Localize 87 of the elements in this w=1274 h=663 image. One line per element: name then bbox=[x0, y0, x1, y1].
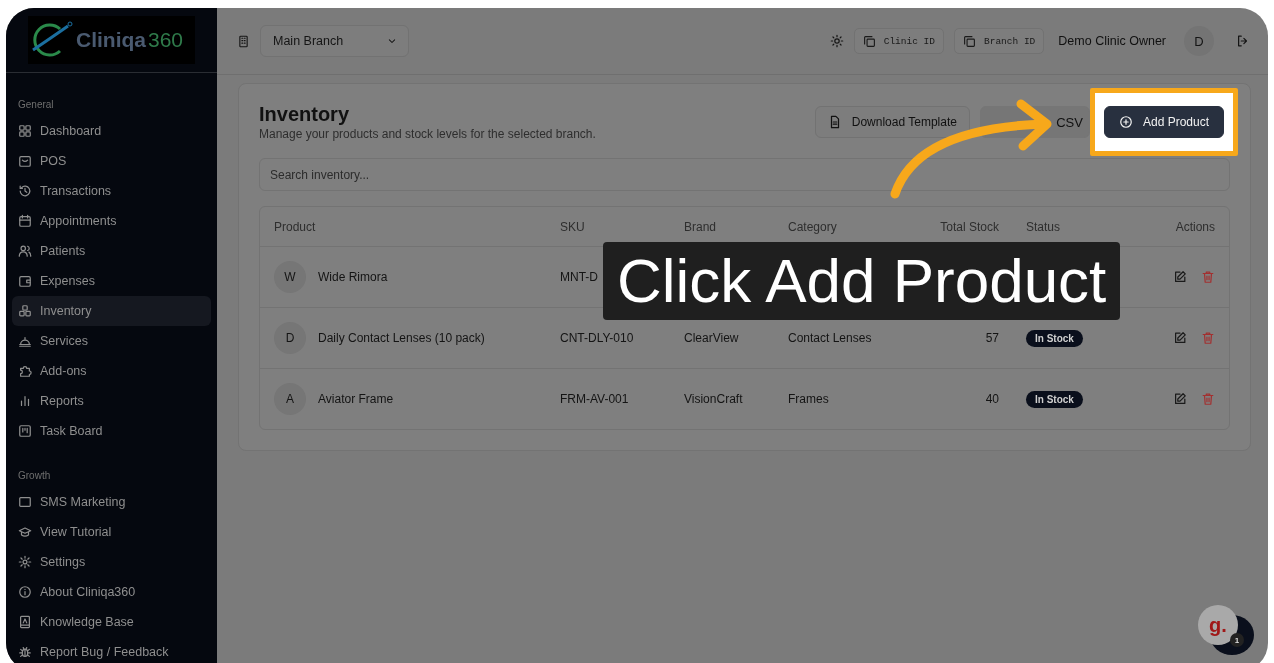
kanban-icon bbox=[18, 424, 32, 438]
column-header: Brand bbox=[684, 219, 718, 234]
brand-cell: ClearView bbox=[684, 331, 739, 345]
copy-clinic-id-button[interactable]: Clinic ID bbox=[853, 28, 944, 54]
column-header: Product bbox=[274, 219, 317, 234]
column-header: Category bbox=[788, 219, 838, 234]
footer-link[interactable]: About Cliniqa360 bbox=[12, 577, 211, 607]
column-header: Status bbox=[1025, 219, 1062, 234]
nav-item[interactable]: Transactions bbox=[12, 176, 211, 206]
product-name: Daily Contact Lenses (10 pack) bbox=[318, 331, 485, 345]
edit-icon bbox=[1173, 270, 1187, 284]
calendar-icon bbox=[18, 214, 32, 228]
bug-icon bbox=[18, 645, 32, 659]
page-title: Inventory bbox=[259, 103, 351, 126]
plus-circle-icon bbox=[1118, 115, 1133, 129]
footer-link[interactable]: Report Bug / Feedback bbox=[12, 637, 211, 663]
trash-icon bbox=[1201, 270, 1215, 284]
user-name: Demo Clinic Owner bbox=[1058, 34, 1166, 48]
nav-item[interactable]: Add-ons bbox=[12, 356, 211, 386]
puzzle-icon bbox=[18, 364, 32, 378]
boxes-icon bbox=[18, 304, 32, 318]
copy-icon bbox=[862, 34, 876, 48]
bag-icon bbox=[18, 154, 32, 168]
grid-icon bbox=[18, 124, 32, 138]
nav-item[interactable]: POS bbox=[12, 146, 211, 176]
nav-item[interactable]: Appointments bbox=[12, 206, 211, 236]
column-header: SKU bbox=[560, 219, 586, 234]
stock-cell: 57 bbox=[985, 331, 999, 345]
column-header: Total Stock bbox=[939, 219, 1000, 234]
sun-icon bbox=[829, 34, 844, 48]
tutorial-caption: Click Add Product bbox=[603, 242, 1121, 320]
nav-item[interactable]: Patients bbox=[12, 236, 211, 266]
graduation-cap-icon bbox=[18, 525, 32, 539]
info-icon bbox=[18, 585, 32, 599]
nav-item[interactable]: SMS Marketing bbox=[12, 487, 211, 517]
edit-button[interactable] bbox=[1173, 392, 1187, 406]
copy-icon bbox=[963, 34, 976, 48]
footer-link[interactable]: View Tutorial bbox=[12, 517, 211, 547]
brand-cell: VisionCraft bbox=[684, 392, 743, 406]
add-button[interactable]: Add Product bbox=[1103, 106, 1224, 138]
category-cell: Frames bbox=[788, 392, 829, 406]
status-badge: In Stock bbox=[1026, 329, 1083, 347]
history-icon bbox=[18, 184, 32, 198]
search-field[interactable]: Search inventory... bbox=[259, 158, 1230, 191]
page-subtitle: Manage your products and stock levels for the selected branch. bbox=[259, 127, 596, 141]
nav-item[interactable]: Task Board bbox=[12, 416, 211, 446]
trash-icon bbox=[1201, 331, 1215, 345]
bar-chart-icon bbox=[18, 394, 32, 408]
category-cell: Contact Lenses bbox=[788, 331, 872, 345]
avatar[interactable]: D bbox=[1184, 26, 1214, 56]
nav-item[interactable]: Dashboard bbox=[12, 116, 211, 146]
square-icon bbox=[18, 495, 32, 509]
nav-item[interactable]: Inventory bbox=[12, 296, 211, 326]
status-badge: In Stock bbox=[1026, 390, 1083, 408]
wallet-icon bbox=[18, 274, 32, 288]
product-name: Wide Rimora bbox=[318, 270, 388, 284]
footer-link[interactable]: Settings bbox=[12, 547, 211, 577]
edit-button[interactable] bbox=[1173, 331, 1187, 345]
nav-item[interactable]: Expenses bbox=[12, 266, 211, 296]
product-initial: D bbox=[274, 322, 306, 354]
product-initial: W bbox=[274, 261, 306, 293]
branch-select[interactable]: Main Branch bbox=[260, 25, 409, 57]
building-icon bbox=[237, 34, 250, 48]
product-name: Aviator Frame bbox=[318, 392, 394, 406]
section-label: General bbox=[17, 99, 55, 112]
sku-cell: FRM-AV-001 bbox=[560, 392, 629, 406]
users-icon bbox=[18, 244, 32, 258]
product-initial: A bbox=[274, 383, 306, 415]
sku-cell: MNT-D bbox=[560, 270, 598, 284]
footer-link[interactable]: Knowledge Base bbox=[12, 607, 211, 637]
edit-icon bbox=[1173, 331, 1187, 345]
logo: Cliniqa360 bbox=[28, 16, 195, 64]
nav-item[interactable]: Services bbox=[12, 326, 211, 356]
logout-icon bbox=[1236, 34, 1250, 48]
copy-branch-id-button[interactable]: Branch ID bbox=[954, 28, 1045, 54]
trash-icon bbox=[1201, 392, 1215, 406]
stock-cell: 40 bbox=[985, 392, 999, 406]
edit-icon bbox=[1173, 392, 1187, 406]
download-template-button[interactable]: Download Template bbox=[814, 106, 970, 138]
settings-icon bbox=[18, 555, 32, 569]
concierge-bell-icon bbox=[18, 334, 32, 348]
column-header: Actions bbox=[1175, 219, 1215, 234]
edit-button[interactable] bbox=[1173, 270, 1187, 284]
section-label: Growth bbox=[17, 470, 52, 483]
sku-cell: CNT-DLY-010 bbox=[560, 331, 634, 345]
book-icon bbox=[18, 615, 32, 629]
nav-item[interactable]: Reports bbox=[12, 386, 211, 416]
